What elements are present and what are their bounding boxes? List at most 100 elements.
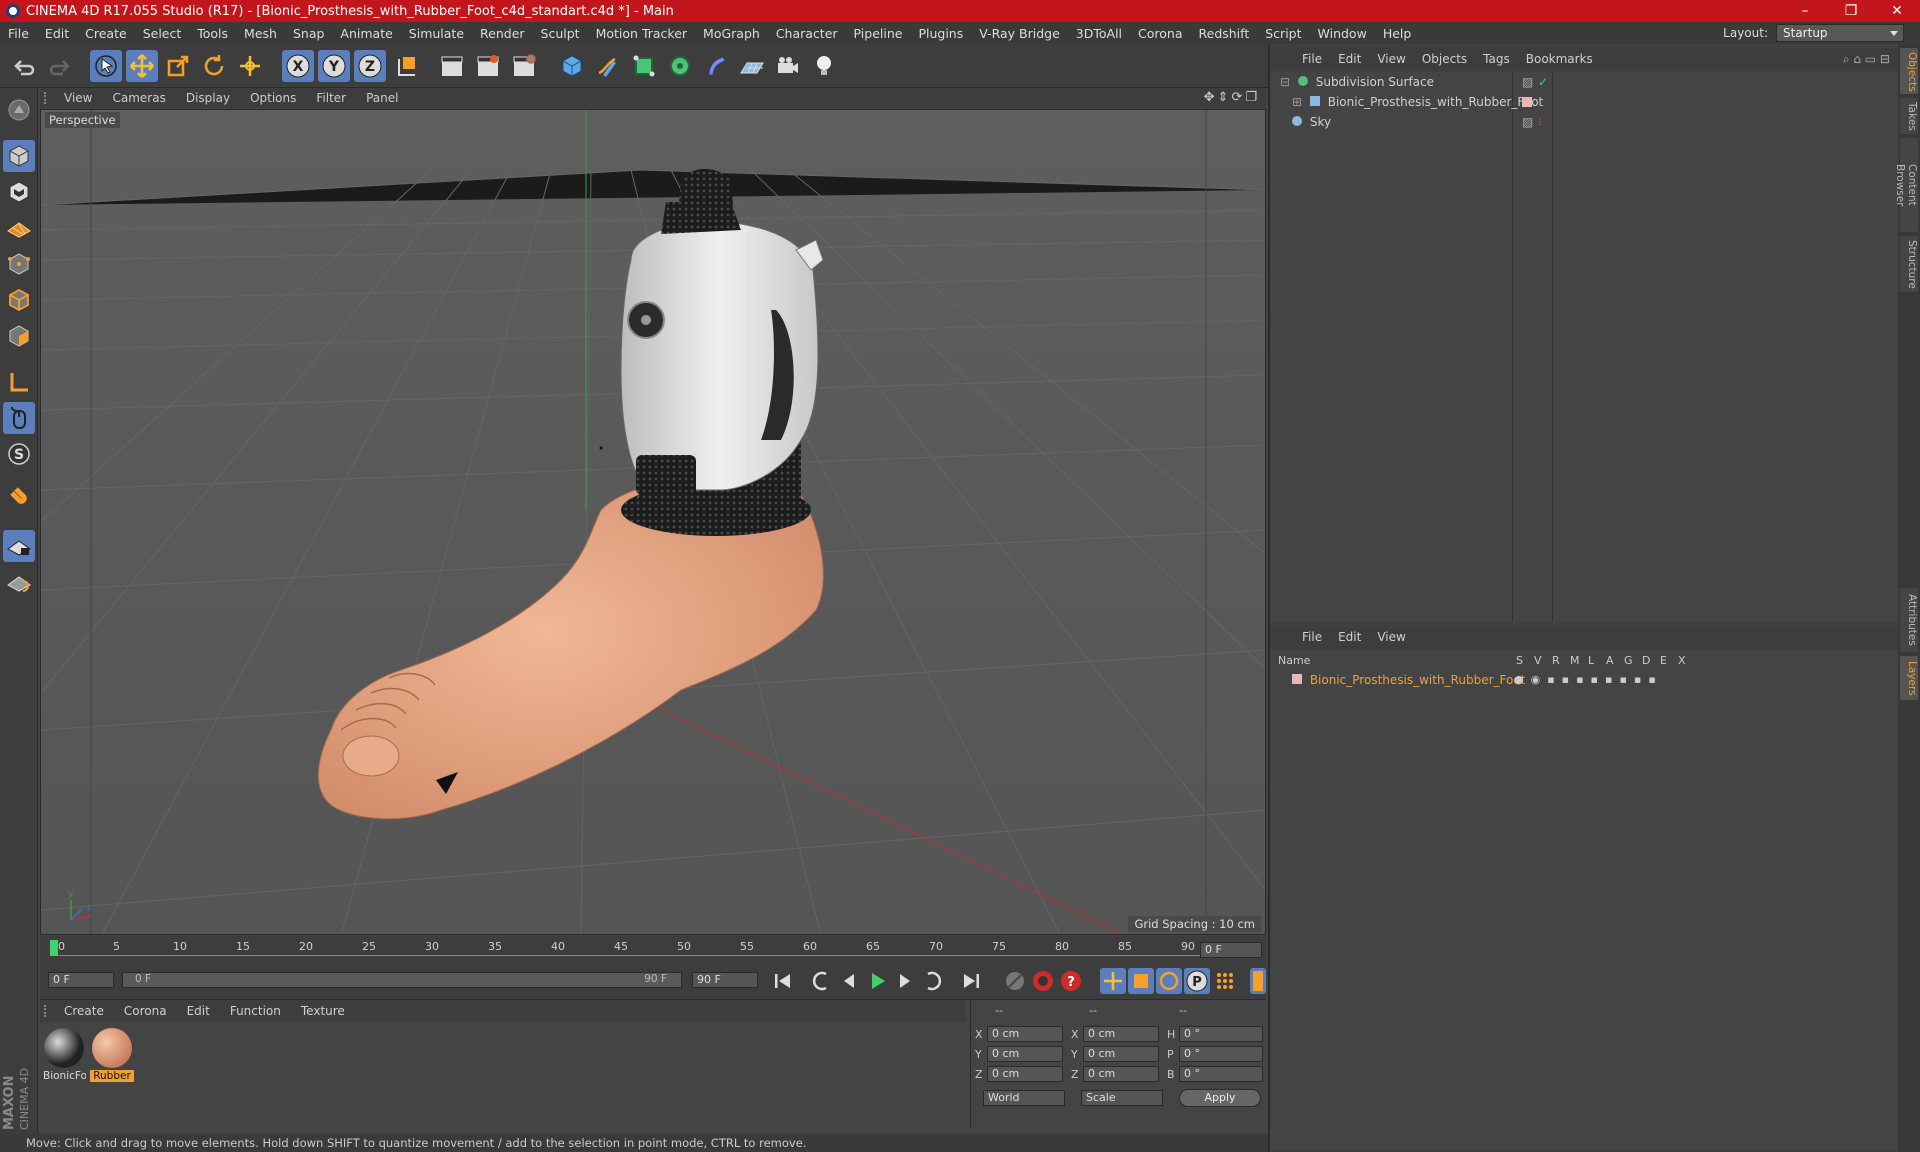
visibility-editor-icon[interactable]: ▨ (1522, 112, 1533, 132)
position-z-field[interactable]: 0 cm (987, 1066, 1063, 1082)
object-row-bionic[interactable]: ⊞ Bionic_Prosthesis_with_Rubber_Foot ⁝ (1274, 92, 1894, 112)
light-button[interactable] (808, 50, 840, 82)
vp-menu-options[interactable]: Options (240, 91, 306, 105)
size-y-field[interactable]: 0 cm (1083, 1046, 1159, 1062)
close-button[interactable]: ✕ (1874, 0, 1920, 22)
texture-mode-button[interactable] (3, 176, 35, 208)
render-settings-button[interactable] (508, 50, 540, 82)
make-editable-button[interactable] (3, 94, 35, 126)
menu-mesh[interactable]: Mesh (236, 26, 285, 41)
coord-space-dropdown[interactable]: World (983, 1090, 1065, 1106)
menu-select[interactable]: Select (135, 26, 190, 41)
current-frame-field[interactable]: 0 F (1200, 942, 1262, 958)
preview-range-slider[interactable]: 0 F 90 F (122, 972, 682, 988)
menu-edit[interactable]: Edit (37, 26, 77, 41)
model-mode-button[interactable] (3, 140, 35, 172)
menu-character[interactable]: Character (768, 26, 846, 41)
vp-menu-panel[interactable]: Panel (356, 91, 408, 105)
edges-mode-button[interactable] (3, 284, 35, 316)
snap-button[interactable]: S (3, 438, 35, 470)
menu-vray-bridge[interactable]: V-Ray Bridge (971, 26, 1068, 41)
camera-button[interactable] (772, 50, 804, 82)
key-scale-button[interactable] (1128, 968, 1154, 994)
key-pla-button[interactable] (1212, 968, 1238, 994)
layer-color-icon[interactable] (1522, 97, 1532, 107)
subdivision-button[interactable] (628, 50, 660, 82)
menu-help[interactable]: Help (1375, 26, 1420, 41)
cube-object-button[interactable] (556, 50, 588, 82)
go-to-end-button[interactable] (958, 968, 984, 994)
enabled-check-icon[interactable]: ✓ (1538, 72, 1548, 92)
tab-structure[interactable]: Structure (1900, 236, 1918, 292)
tab-content-browser[interactable]: Content Browser (1894, 138, 1918, 232)
go-to-start-button[interactable] (770, 968, 796, 994)
mat-menu-edit[interactable]: Edit (177, 1004, 220, 1018)
material-bionic[interactable]: BionicFo (42, 1026, 86, 1082)
mat-menu-texture[interactable]: Texture (291, 1004, 355, 1018)
transform-tool-button[interactable] (234, 50, 266, 82)
menu-create[interactable]: Create (77, 26, 135, 41)
playhead-marker[interactable] (50, 940, 58, 956)
z-axis-button[interactable]: Z (354, 50, 386, 82)
menu-tools[interactable]: Tools (189, 26, 236, 41)
key-parameter-button[interactable]: P (1184, 968, 1210, 994)
live-selection-button[interactable] (90, 50, 122, 82)
object-row-sky[interactable]: Sky ▨ ⁝ (1274, 112, 1894, 132)
timeline-window-button[interactable] (1250, 968, 1266, 994)
layer-color-swatch[interactable] (1292, 674, 1302, 684)
menu-window[interactable]: Window (1310, 26, 1375, 41)
menu-mograph[interactable]: MoGraph (695, 26, 768, 41)
obj-menu-objects[interactable]: Objects (1414, 52, 1475, 66)
apply-button[interactable]: Apply (1179, 1089, 1261, 1107)
floor-button[interactable] (736, 50, 768, 82)
mat-menu-corona[interactable]: Corona (114, 1004, 177, 1018)
render-picture-viewer-button[interactable] (472, 50, 504, 82)
obj-menu-tags[interactable]: Tags (1475, 52, 1518, 66)
rotation-h-field[interactable]: 0 ° (1179, 1026, 1263, 1042)
perspective-viewport[interactable]: y z Perspective Grid Spacing : 10 cm (40, 109, 1266, 935)
key-rotation-button[interactable] (1156, 968, 1182, 994)
record-keys-button[interactable] (1002, 968, 1028, 994)
rotation-p-field[interactable]: 0 ° (1179, 1046, 1263, 1062)
viewport-nav-icons[interactable]: ✥⇕⟳❐ (1204, 90, 1260, 105)
layer-flags-icons[interactable]: ●◉▪▪▪▪▪▪▪▪ (1514, 670, 1663, 690)
axis-mode-button[interactable] (3, 366, 35, 398)
object-row-subdivision[interactable]: ⊟ Subdivision Surface ▨ ✓ (1274, 72, 1894, 92)
size-z-field[interactable]: 0 cm (1083, 1066, 1159, 1082)
timeline-ruler[interactable]: 0 5 10 15 20 25 30 35 40 45 50 55 60 65 … (40, 936, 1266, 964)
menu-simulate[interactable]: Simulate (401, 26, 472, 41)
menu-script[interactable]: Script (1257, 26, 1309, 41)
tab-attributes[interactable]: Attributes (1900, 588, 1918, 652)
vp-menu-cameras[interactable]: Cameras (102, 91, 175, 105)
tweak-mode-button[interactable] (3, 402, 35, 434)
next-key-button[interactable] (920, 968, 946, 994)
prev-frame-button[interactable] (836, 968, 862, 994)
redo-button[interactable] (44, 50, 76, 82)
key-position-button[interactable] (1100, 968, 1126, 994)
menu-pipeline[interactable]: Pipeline (846, 26, 911, 41)
pen-spline-button[interactable] (592, 50, 624, 82)
vp-menu-display[interactable]: Display (176, 91, 240, 105)
layer-menu-file[interactable]: File (1294, 630, 1330, 644)
undo-button[interactable] (8, 50, 40, 82)
vp-menu-filter[interactable]: Filter (306, 91, 356, 105)
obj-menu-edit[interactable]: Edit (1330, 52, 1369, 66)
prev-key-button[interactable] (808, 968, 834, 994)
x-axis-button[interactable]: X (282, 50, 314, 82)
start-frame-field[interactable]: 0 F (48, 972, 114, 988)
end-frame-field[interactable]: 90 F (692, 972, 758, 988)
points-mode-button[interactable] (3, 248, 35, 280)
render-view-button[interactable] (436, 50, 468, 82)
obj-menu-bookmarks[interactable]: Bookmarks (1518, 52, 1601, 66)
layer-menu-view[interactable]: View (1369, 630, 1413, 644)
maximize-button[interactable]: ❐ (1828, 0, 1874, 22)
layer-menu-edit[interactable]: Edit (1330, 630, 1369, 644)
tab-objects[interactable]: Objects (1900, 48, 1918, 94)
y-axis-button[interactable]: Y (318, 50, 350, 82)
deformer-button[interactable] (700, 50, 732, 82)
move-tool-button[interactable] (126, 50, 158, 82)
menu-redshift[interactable]: Redshift (1191, 26, 1258, 41)
cloner-button[interactable] (664, 50, 696, 82)
grid-lock-button[interactable] (3, 530, 35, 562)
keyframe-selection-button[interactable]: ? (1058, 968, 1084, 994)
